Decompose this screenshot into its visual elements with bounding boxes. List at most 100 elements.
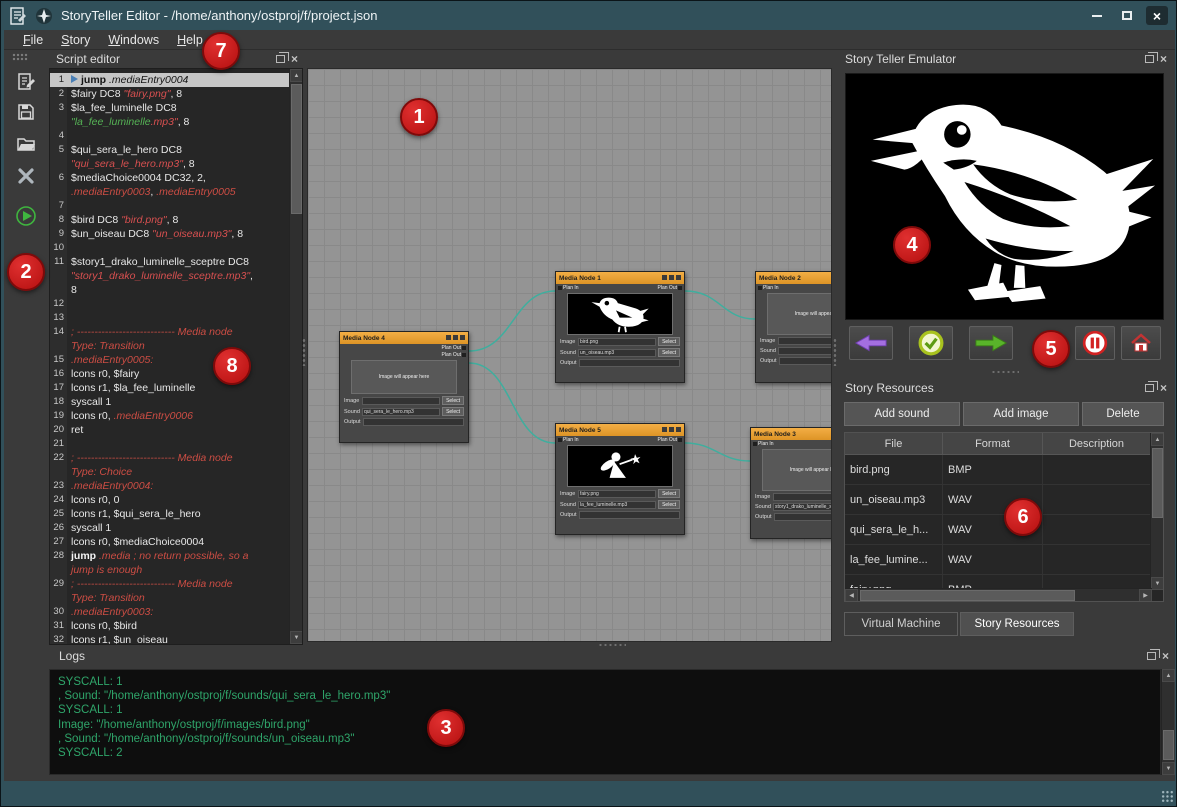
scrollbar-thumb[interactable] [291,84,302,214]
port-plan-out[interactable]: Plan Out [442,352,467,358]
scroll-up-icon[interactable]: ▲ [1151,433,1164,446]
select-image-button[interactable]: Select [658,337,680,346]
emulator-next-button[interactable] [969,326,1013,360]
code-line[interactable]: 15.mediaEntry0005: [50,353,289,367]
port-plan-in[interactable]: Plan In [557,437,579,443]
run-story-button[interactable] [14,204,38,228]
code-line[interactable]: 9$un_oiseau DC8 "un_oiseau.mp3", 8 [50,227,289,241]
node-titlebar[interactable]: Media Node 2 [756,272,832,284]
code-line[interactable]: "story1_drako_luminelle_sceptre.mp3", [50,269,289,283]
code-line[interactable]: 16lcons r0, $fairy [50,367,289,381]
code-line[interactable]: .mediaEntry0003, .mediaEntry0005 [50,185,289,199]
node-window-buttons[interactable] [660,427,681,434]
code-line[interactable]: 23.mediaEntry0004: [50,479,289,493]
emulator-home-button[interactable] [1121,326,1161,360]
node-window-buttons[interactable] [444,335,465,342]
code-line[interactable]: "qui_sera_le_hero.mp3", 8 [50,157,289,171]
code-line[interactable]: 21 [50,437,289,451]
toolbar-drag-handle[interactable] [12,53,28,61]
code-line[interactable]: 32lcons r1, $un_oiseau [50,633,289,645]
graph-node-media-3[interactable]: Media Node 3 Plan In Image will appear h… [750,427,832,539]
code-line[interactable]: 1jump .mediaEntry0004 [50,73,289,87]
code-line[interactable]: 13 [50,311,289,325]
node-window-buttons[interactable] [660,275,681,282]
port-plan-in[interactable]: Plan In [752,441,774,447]
node-titlebar[interactable]: Media Node 1 [556,272,684,284]
menu-item-windows[interactable]: Windows [99,32,168,48]
column-header-file[interactable]: File [845,433,943,454]
select-image-button[interactable]: Select [658,489,680,498]
code-line[interactable]: 27lcons r0, $mediaChoice0004 [50,535,289,549]
code-line[interactable]: 14; ---------------------------- Media n… [50,325,289,339]
node-titlebar[interactable]: Media Node 5 [556,424,684,436]
code-line[interactable]: 12 [50,297,289,311]
editor-scrollbar[interactable]: ▲ ▼ [289,69,302,644]
code-line[interactable]: "la_fee_luminelle.mp3", 8 [50,115,289,129]
port-plan-out[interactable]: Plan Out [658,285,683,291]
code-line[interactable]: 19lcons r0, .mediaEntry0006 [50,409,289,423]
code-line[interactable]: 17lcons r1, $la_fee_luminelle [50,381,289,395]
scroll-down-icon[interactable]: ▼ [1151,577,1164,590]
save-button[interactable] [14,100,38,124]
panel-splitter-handle[interactable] [991,370,1019,374]
code-line[interactable]: 7 [50,199,289,213]
scroll-left-icon[interactable]: ◀ [845,589,858,602]
emulator-back-button[interactable] [849,326,893,360]
code-line[interactable]: 5$qui_sera_le_hero DC8 [50,143,289,157]
close-button[interactable]: × [1146,6,1168,25]
table-row[interactable]: bird.pngBMP [845,455,1163,485]
scroll-down-icon[interactable]: ▼ [1162,762,1175,775]
maximize-button[interactable] [1116,6,1138,25]
tab-virtual-machine[interactable]: Virtual Machine [844,612,958,636]
close-project-button[interactable] [14,164,38,188]
code-line[interactable]: jump is enough [50,563,289,577]
scroll-down-icon[interactable]: ▼ [290,631,303,644]
code-line[interactable]: 28jump .media ; no return possible, so a [50,549,289,563]
close-dock-icon[interactable]: × [1160,383,1167,393]
scroll-right-icon[interactable]: ▶ [1139,589,1152,602]
float-dock-icon[interactable] [1145,55,1154,63]
menu-item-story[interactable]: Story [52,32,99,48]
code-line[interactable]: 26syscall 1 [50,521,289,535]
logs-scrollbar[interactable]: ▲ ▼ [1161,669,1174,775]
code-line[interactable]: 25lcons r1, $qui_sera_le_hero [50,507,289,521]
scrollbar-thumb[interactable] [1163,730,1174,760]
code-line[interactable]: 30.mediaEntry0003: [50,605,289,619]
close-dock-icon[interactable]: × [1160,54,1167,64]
port-plan-out[interactable]: Plan Out [442,345,467,351]
menu-item-file[interactable]: File [14,32,52,48]
close-dock-icon[interactable]: × [1162,651,1169,661]
minimize-button[interactable] [1086,6,1108,25]
float-dock-icon[interactable] [1147,652,1156,660]
scroll-up-icon[interactable]: ▲ [1162,669,1175,682]
table-vscrollbar[interactable]: ▲ ▼ [1150,433,1163,590]
port-plan-out[interactable]: Plan Out [658,437,683,443]
port-plan-in[interactable]: Plan In [557,285,579,291]
select-sound-button[interactable]: Select [658,500,680,509]
splitter-handle[interactable] [833,338,837,366]
add-sound-button[interactable]: Add sound [844,402,960,426]
select-sound-button[interactable]: Select [442,407,464,416]
code-line[interactable]: 11$story1_drako_luminelle_sceptre DC8 [50,255,289,269]
tab-story-resources[interactable]: Story Resources [960,612,1074,636]
code-line[interactable]: 29; ---------------------------- Media n… [50,577,289,591]
code-line[interactable]: 4 [50,129,289,143]
add-image-button[interactable]: Add image [963,402,1079,426]
splitter-handle[interactable] [302,338,306,366]
code-line[interactable]: 8 [50,283,289,297]
code-line[interactable]: 18syscall 1 [50,395,289,409]
column-header-format[interactable]: Format [943,433,1043,454]
float-dock-icon[interactable] [1145,384,1154,392]
table-hscrollbar[interactable]: ◀ ▶ [845,588,1152,601]
graph-node-media-2[interactable]: Media Node 2 Plan In Image will appear h… [755,271,832,383]
select-sound-button[interactable]: Select [658,348,680,357]
code-line[interactable]: 22; ---------------------------- Media n… [50,451,289,465]
scrollbar-thumb[interactable] [860,590,1075,601]
node-titlebar[interactable]: Media Node 4 [340,332,468,344]
code-line[interactable]: Type: Transition [50,339,289,353]
code-line[interactable]: 2$fairy DC8 "fairy.png", 8 [50,87,289,101]
node-titlebar[interactable]: Media Node 3 [751,428,832,440]
code-line[interactable]: 24lcons r0, 0 [50,493,289,507]
open-project-button[interactable] [14,132,38,156]
node-graph-canvas[interactable]: Media Node 4 Plan Out Plan Out Image wil… [307,68,832,642]
